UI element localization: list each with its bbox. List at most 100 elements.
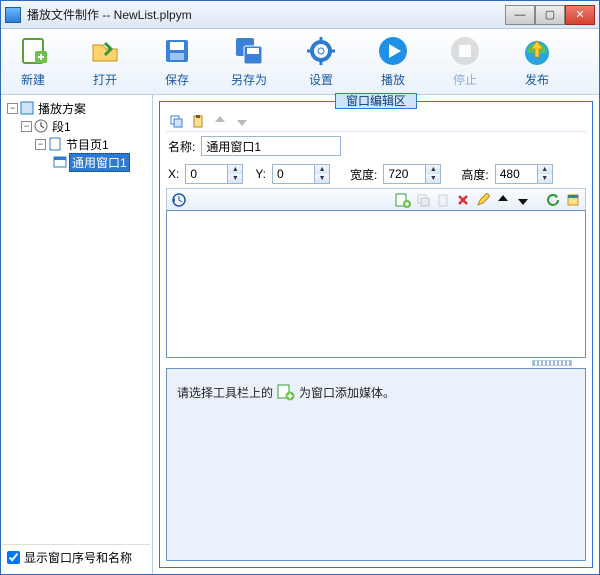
- copy-item-icon[interactable]: [415, 192, 431, 208]
- new-label: 新建: [21, 71, 45, 88]
- height-stepper[interactable]: ▲▼: [495, 164, 553, 184]
- move-down-icon[interactable]: [234, 113, 250, 129]
- settings-button[interactable]: 设置: [295, 35, 347, 88]
- show-index-label: 显示窗口序号和名称: [24, 549, 132, 566]
- width-label: 宽度:: [350, 166, 377, 183]
- app-window: 播放文件制作 -- NewList.plpym — ▢ ✕ 新建 打开 保存 另…: [0, 0, 600, 575]
- saveas-icon: [233, 35, 265, 67]
- clock-icon: [34, 119, 48, 133]
- splitter[interactable]: [166, 358, 586, 368]
- publish-label: 发布: [525, 71, 549, 88]
- main-toolbar: 新建 打开 保存 另存为 设置 播放 停止 发布: [1, 29, 599, 95]
- hint-text-post: 为窗口添加媒体。: [299, 383, 395, 403]
- move-up-icon[interactable]: [212, 113, 228, 129]
- y-label: Y:: [255, 167, 266, 181]
- item-down-icon[interactable]: [515, 192, 531, 208]
- refresh-icon[interactable]: [545, 192, 561, 208]
- expander-icon[interactable]: −: [21, 121, 32, 132]
- tree-root-label: 播放方案: [36, 100, 88, 117]
- groupbox-title: 窗口编辑区: [335, 93, 417, 109]
- main-body: − 播放方案 − 段1 − 节目页1 通用窗口1: [1, 95, 599, 574]
- paste-item-icon[interactable]: [435, 192, 451, 208]
- save-icon: [161, 35, 193, 67]
- publish-button[interactable]: 发布: [511, 35, 563, 88]
- show-index-checkbox-row: 显示窗口序号和名称: [3, 544, 150, 570]
- y-input[interactable]: [272, 164, 314, 184]
- spin-up-icon[interactable]: ▲: [538, 165, 552, 174]
- mini-toolbar: [166, 110, 586, 132]
- play-icon: [377, 35, 409, 67]
- tree-segment[interactable]: − 段1: [3, 117, 150, 135]
- spin-down-icon[interactable]: ▼: [538, 174, 552, 183]
- spin-up-icon[interactable]: ▲: [228, 165, 242, 174]
- properties-icon[interactable]: [565, 192, 581, 208]
- publish-icon: [521, 35, 553, 67]
- tree-window[interactable]: 通用窗口1: [3, 153, 150, 171]
- tree-view[interactable]: − 播放方案 − 段1 − 节目页1 通用窗口1: [3, 99, 150, 544]
- saveas-button[interactable]: 另存为: [223, 35, 275, 88]
- maximize-button[interactable]: ▢: [535, 5, 565, 25]
- open-folder-icon: [89, 35, 121, 67]
- open-label: 打开: [93, 71, 117, 88]
- name-input[interactable]: [201, 136, 341, 156]
- show-index-checkbox[interactable]: [7, 551, 20, 564]
- spin-down-icon[interactable]: ▼: [426, 174, 440, 183]
- open-button[interactable]: 打开: [79, 35, 131, 88]
- play-label: 播放: [381, 71, 405, 88]
- delete-icon[interactable]: [455, 192, 471, 208]
- editor-groupbox: 窗口编辑区 名称: X: ▲▼ Y: ▲▼ 宽度: ▲: [159, 101, 593, 568]
- tree-page[interactable]: − 节目页1: [3, 135, 150, 153]
- expander-icon[interactable]: −: [35, 139, 46, 150]
- spin-down-icon[interactable]: ▼: [315, 174, 329, 183]
- play-button[interactable]: 播放: [367, 35, 419, 88]
- hint-panel: 请选择工具栏上的 为窗口添加媒体。: [166, 368, 586, 561]
- copy-icon[interactable]: [168, 113, 184, 129]
- stop-button[interactable]: 停止: [439, 35, 491, 88]
- save-label: 保存: [165, 71, 189, 88]
- saveas-label: 另存为: [231, 71, 267, 88]
- geometry-row: X: ▲▼ Y: ▲▼ 宽度: ▲▼ 高度: ▲▼: [166, 160, 586, 188]
- hint-text-pre: 请选择工具栏上的: [177, 383, 273, 403]
- add-media-icon[interactable]: [395, 192, 411, 208]
- tree-window-label: 通用窗口1: [69, 153, 130, 172]
- spin-down-icon[interactable]: ▼: [228, 174, 242, 183]
- stop-label: 停止: [453, 71, 477, 88]
- paste-icon[interactable]: [190, 113, 206, 129]
- save-button[interactable]: 保存: [151, 35, 203, 88]
- item-up-icon[interactable]: [495, 192, 511, 208]
- window-title: 播放文件制作 -- NewList.plpym: [27, 6, 505, 23]
- history-icon[interactable]: [171, 192, 187, 208]
- page-icon: [48, 137, 62, 151]
- list-toolbar: [166, 188, 586, 210]
- new-file-icon: [17, 35, 49, 67]
- height-label: 高度:: [461, 166, 488, 183]
- media-list[interactable]: [166, 210, 586, 358]
- y-stepper[interactable]: ▲▼: [272, 164, 330, 184]
- expander-icon[interactable]: −: [7, 103, 18, 114]
- edit-icon[interactable]: [475, 192, 491, 208]
- minimize-button[interactable]: —: [505, 5, 535, 25]
- titlebar: 播放文件制作 -- NewList.plpym — ▢ ✕: [1, 1, 599, 29]
- tree-root[interactable]: − 播放方案: [3, 99, 150, 117]
- name-row: 名称:: [166, 132, 586, 160]
- new-button[interactable]: 新建: [7, 35, 59, 88]
- tree-segment-label: 段1: [50, 118, 73, 135]
- close-button[interactable]: ✕: [565, 5, 595, 25]
- x-label: X:: [168, 167, 179, 181]
- width-stepper[interactable]: ▲▼: [383, 164, 441, 184]
- grip-icon: [532, 360, 572, 366]
- right-pane: 窗口编辑区 名称: X: ▲▼ Y: ▲▼ 宽度: ▲: [153, 95, 599, 574]
- x-input[interactable]: [185, 164, 227, 184]
- window-icon: [53, 155, 67, 169]
- app-icon: [5, 7, 21, 23]
- height-input[interactable]: [495, 164, 537, 184]
- tree-page-label: 节目页1: [64, 136, 111, 153]
- add-media-inline-icon: [277, 383, 295, 401]
- x-stepper[interactable]: ▲▼: [185, 164, 243, 184]
- stop-icon: [449, 35, 481, 67]
- settings-label: 设置: [309, 71, 333, 88]
- gear-icon: [305, 35, 337, 67]
- spin-up-icon[interactable]: ▲: [315, 165, 329, 174]
- width-input[interactable]: [383, 164, 425, 184]
- spin-up-icon[interactable]: ▲: [426, 165, 440, 174]
